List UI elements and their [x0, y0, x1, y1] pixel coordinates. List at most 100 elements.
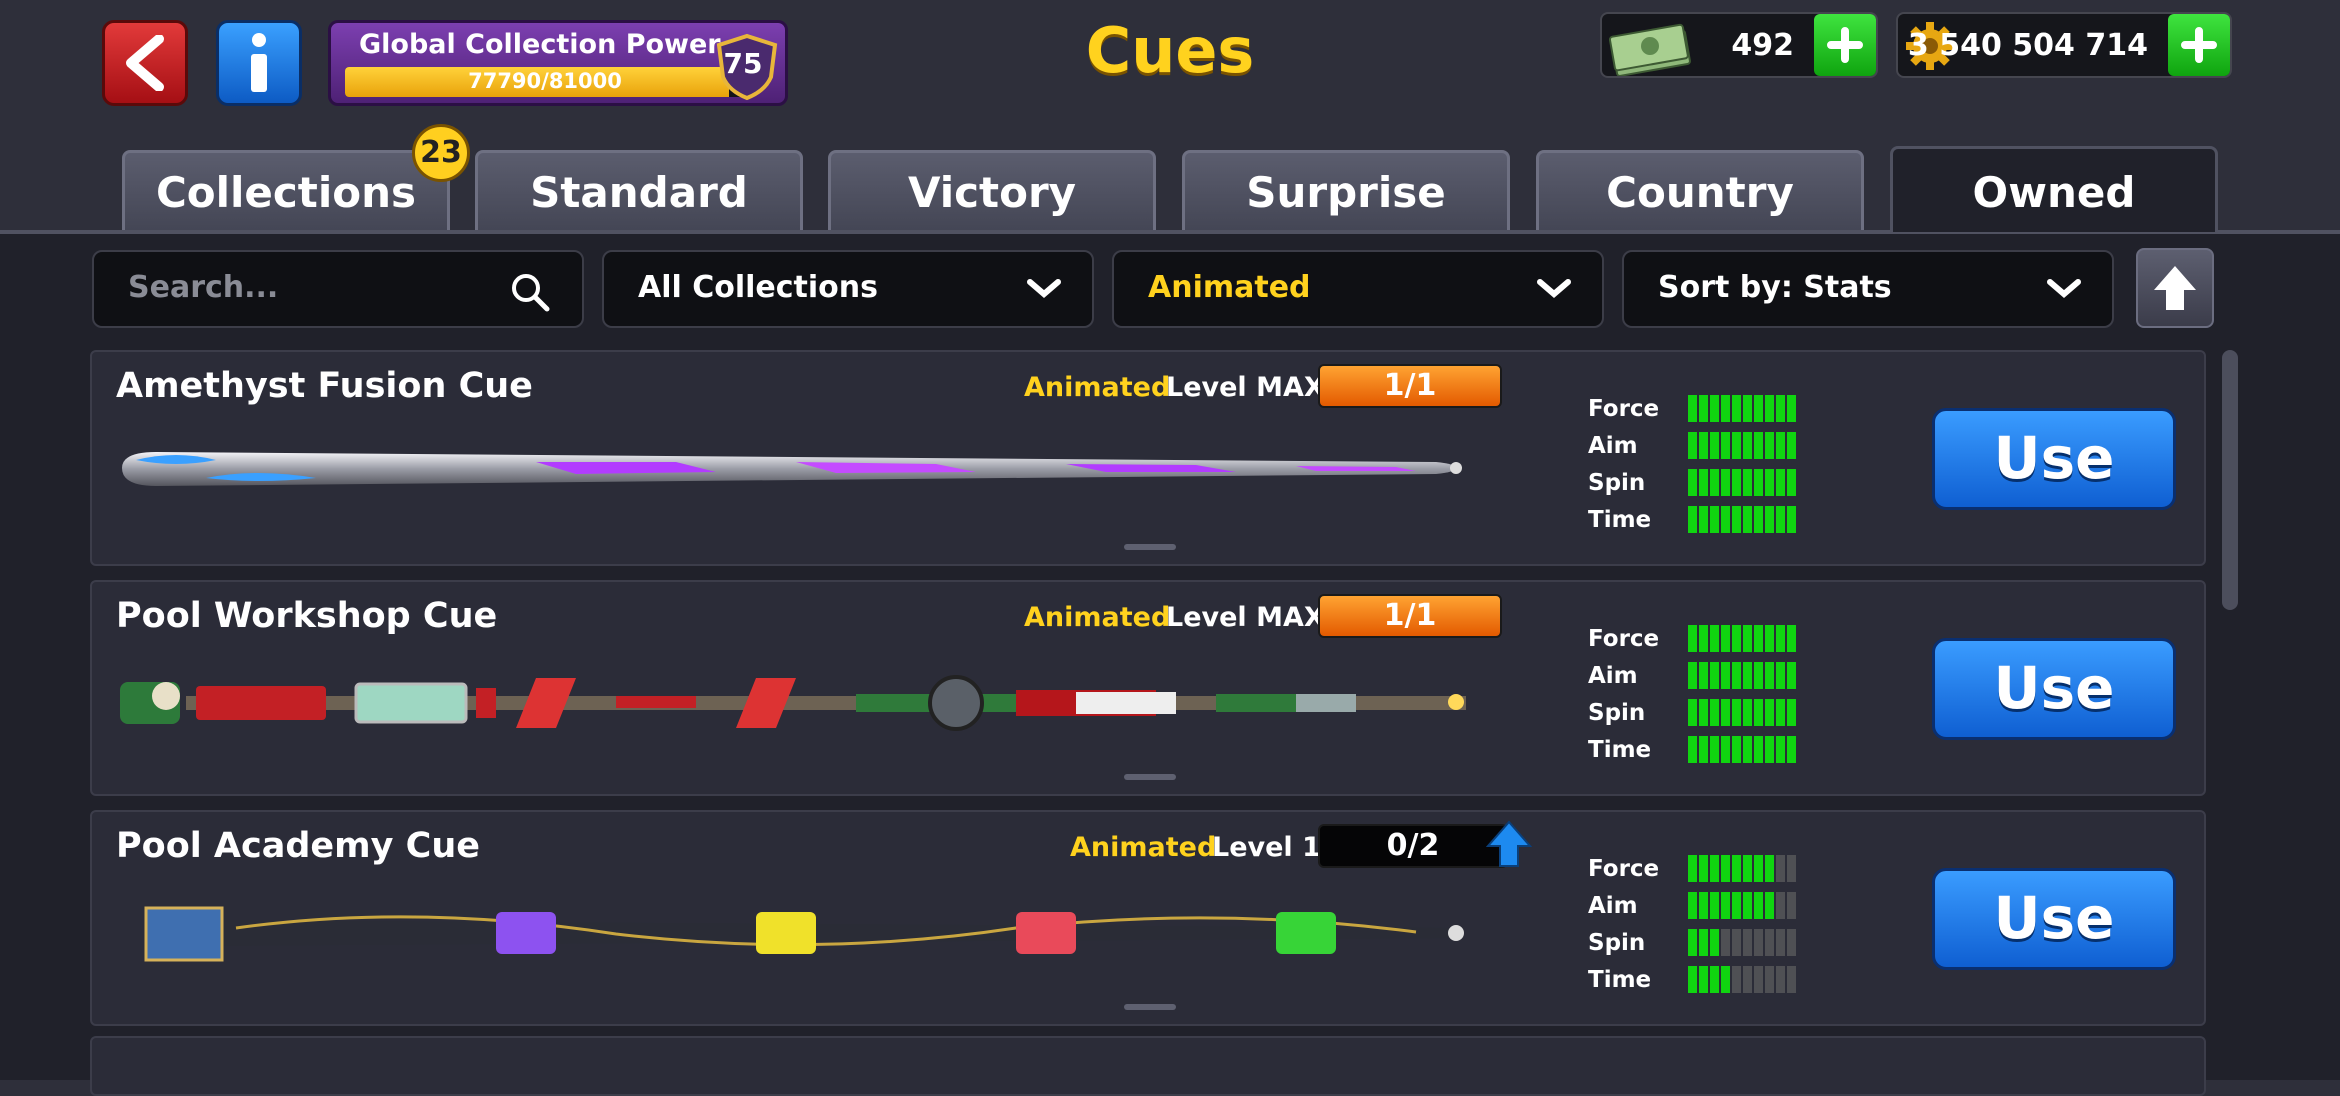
animated-tag: Animated: [1024, 602, 1171, 633]
stat-segment: [1710, 395, 1719, 422]
stat-label: Force: [1588, 855, 1660, 882]
time-stat-bar: [1688, 736, 1796, 763]
collection-dropdown[interactable]: All Collections: [602, 250, 1094, 328]
type-dropdown[interactable]: Animated: [1112, 250, 1604, 328]
stat-segment: [1699, 432, 1708, 459]
search-input[interactable]: Search...: [92, 250, 584, 328]
use-button[interactable]: Use: [1932, 638, 2176, 740]
sort-dropdown[interactable]: Sort by: Stats: [1622, 250, 2114, 328]
expand-handle[interactable]: [1124, 544, 1176, 550]
stat-segment: [1787, 929, 1796, 956]
stat-segment: [1710, 929, 1719, 956]
list-scrollbar[interactable]: [2222, 350, 2238, 610]
stat-segment: [1743, 736, 1752, 763]
stat-segment: [1754, 855, 1763, 882]
stat-segment: [1765, 506, 1774, 533]
tab-owned[interactable]: Owned: [1890, 146, 2218, 232]
stat-label: Aim: [1588, 892, 1638, 919]
stat-segment: [1776, 736, 1785, 763]
stat-segment: [1776, 662, 1785, 689]
stat-segment: [1754, 662, 1763, 689]
aim-stat-bar: [1688, 892, 1796, 919]
stat-segment: [1721, 929, 1730, 956]
stat-label: Time: [1588, 966, 1652, 993]
pool-workshop-cue-image: [120, 675, 1466, 731]
stat-segment: [1754, 966, 1763, 993]
stat-segment: [1721, 966, 1730, 993]
cash-value: 492: [1731, 28, 1794, 63]
type-dropdown-value: Animated: [1148, 270, 1311, 305]
stat-segment: [1754, 625, 1763, 652]
stat-segment: [1754, 736, 1763, 763]
buy-cash-button[interactable]: [1814, 14, 1876, 76]
stat-segment: [1710, 855, 1719, 882]
force-stat-bar: [1688, 395, 1796, 422]
stat-segment: [1754, 506, 1763, 533]
stat-segment: [1721, 699, 1730, 726]
stat-segment: [1743, 929, 1752, 956]
buy-coins-button[interactable]: [2168, 14, 2230, 76]
use-button[interactable]: Use: [1932, 408, 2176, 510]
sort-direction-button[interactable]: [2136, 248, 2214, 328]
stat-segment: [1699, 699, 1708, 726]
time-stat-bar: [1688, 506, 1796, 533]
expand-handle[interactable]: [1124, 774, 1176, 780]
stat-label: Spin: [1588, 469, 1646, 496]
cue-stats: Force Aim Spin Time: [1588, 850, 1796, 998]
stat-segment: [1688, 662, 1697, 689]
stat-segment: [1710, 625, 1719, 652]
stat-segment: [1710, 966, 1719, 993]
stat-segment: [1787, 736, 1796, 763]
cue-row[interactable]: Amethyst Fusion Cue Animated Level MAX 1…: [90, 350, 2206, 566]
stat-segment: [1710, 699, 1719, 726]
stat-segment: [1688, 966, 1697, 993]
stat-segment: [1732, 625, 1741, 652]
stat-segment: [1688, 892, 1697, 919]
stat-segment: [1776, 855, 1785, 882]
stat-label: Aim: [1588, 662, 1638, 689]
stat-segment: [1765, 736, 1774, 763]
stat-segment: [1743, 699, 1752, 726]
tab-country[interactable]: Country: [1536, 150, 1864, 230]
stat-label: Spin: [1588, 699, 1646, 726]
use-button[interactable]: Use: [1932, 868, 2176, 970]
stat-segment: [1699, 625, 1708, 652]
stat-segment: [1743, 662, 1752, 689]
stat-segment: [1754, 892, 1763, 919]
stat-segment: [1688, 469, 1697, 496]
cue-row-partial[interactable]: [90, 1036, 2206, 1096]
stat-segment: [1688, 736, 1697, 763]
stat-segment: [1754, 929, 1763, 956]
expand-handle[interactable]: [1124, 1004, 1176, 1010]
cue-level: Level MAX: [1166, 602, 1325, 633]
stat-segment: [1743, 892, 1752, 919]
stat-segment: [1710, 469, 1719, 496]
tab-surprise[interactable]: Surprise: [1182, 150, 1510, 230]
time-stat-bar: [1688, 966, 1796, 993]
cue-row[interactable]: Pool Academy Cue Animated Level 1 0/2 Fo…: [90, 810, 2206, 1026]
tab-victory[interactable]: Victory: [828, 150, 1156, 230]
spin-stat-bar: [1688, 699, 1796, 726]
stat-segment: [1688, 506, 1697, 533]
stat-segment: [1754, 699, 1763, 726]
stat-segment: [1732, 855, 1741, 882]
stat-segment: [1721, 506, 1730, 533]
cue-name: Amethyst Fusion Cue: [116, 366, 533, 406]
stat-segment: [1776, 469, 1785, 496]
stat-segment: [1765, 892, 1774, 919]
stat-segment: [1721, 892, 1730, 919]
stat-segment: [1743, 625, 1752, 652]
cue-row[interactable]: Pool Workshop Cue Animated Level MAX 1/1…: [90, 580, 2206, 796]
stat-segment: [1721, 432, 1730, 459]
stat-segment: [1721, 662, 1730, 689]
stat-segment: [1732, 469, 1741, 496]
stat-segment: [1765, 395, 1774, 422]
cue-name: Pool Academy Cue: [116, 826, 480, 866]
stat-segment: [1776, 506, 1785, 533]
stat-segment: [1776, 929, 1785, 956]
stat-segment: [1743, 432, 1752, 459]
tab-standard[interactable]: Standard: [475, 150, 803, 230]
stat-segment: [1765, 929, 1774, 956]
tab-collections[interactable]: Collections: [122, 150, 450, 230]
arrow-up-icon: [1486, 820, 1532, 867]
